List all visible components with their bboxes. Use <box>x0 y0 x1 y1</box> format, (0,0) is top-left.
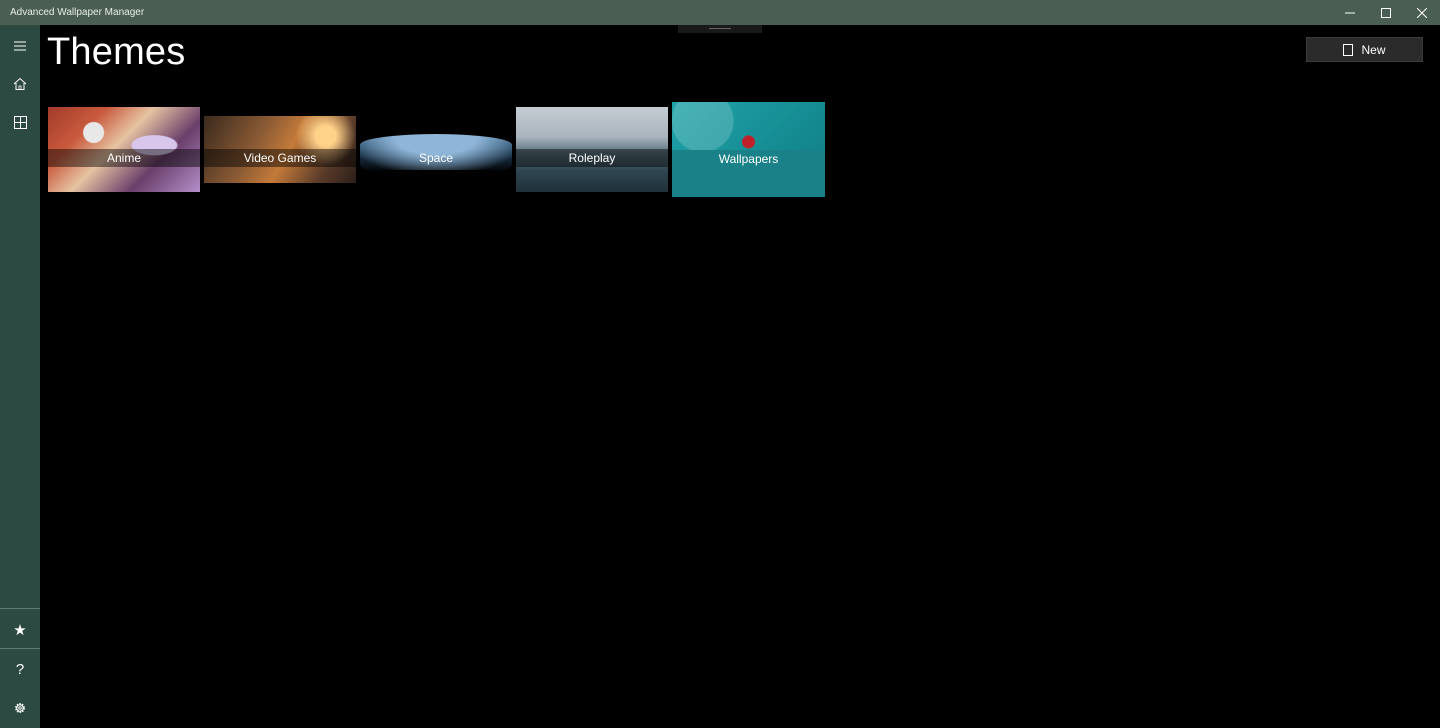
window-controls <box>1332 0 1440 25</box>
theme-tile-wallpapers[interactable]: Wallpapers <box>672 102 825 197</box>
theme-tile-label: Video Games <box>204 149 356 167</box>
theme-tile-space[interactable]: Space <box>360 134 512 170</box>
grid-icon <box>13 115 27 129</box>
help-icon: ? <box>15 660 25 678</box>
gear-icon <box>15 703 25 713</box>
title-bar: Advanced Wallpaper Manager <box>0 0 1440 25</box>
theme-tile-anime[interactable]: Anime <box>48 107 200 192</box>
minimize-icon <box>1345 12 1355 13</box>
page-title: Themes <box>47 31 186 73</box>
main-content: Themes New Anime Video Games Space Rolep… <box>40 25 1440 728</box>
theme-tile-video-games[interactable]: Video Games <box>204 116 356 183</box>
maximize-icon <box>1381 7 1391 18</box>
sidebar-item-themes[interactable] <box>0 103 40 141</box>
sidebar-divider <box>0 648 40 649</box>
theme-tile-roleplay[interactable]: Roleplay <box>516 107 668 192</box>
hamburger-menu-icon <box>14 41 26 51</box>
theme-tile-label: Anime <box>48 149 200 167</box>
minimize-button[interactable] <box>1332 0 1368 25</box>
new-page-icon <box>1343 43 1354 56</box>
maximize-button[interactable] <box>1368 0 1404 25</box>
sidebar: ★ ? <box>0 25 40 728</box>
sidebar-divider <box>0 608 40 609</box>
app-title: Advanced Wallpaper Manager <box>10 7 145 18</box>
sidebar-item-home[interactable] <box>0 65 40 103</box>
drag-handle[interactable] <box>678 25 762 33</box>
hamburger-menu-button[interactable] <box>0 27 40 65</box>
theme-tile-label: Wallpapers <box>718 152 779 166</box>
sidebar-item-favorites[interactable]: ★ <box>0 611 40 649</box>
theme-tile-label: Roleplay <box>516 149 668 167</box>
new-theme-button[interactable]: New <box>1306 37 1423 62</box>
theme-tile-label: Space <box>418 151 454 165</box>
new-button-label: New <box>1361 42 1386 57</box>
close-icon <box>1417 7 1427 18</box>
sidebar-item-settings[interactable] <box>0 689 40 727</box>
home-icon <box>13 77 27 90</box>
sidebar-item-help[interactable]: ? <box>0 650 40 688</box>
star-icon: ★ <box>13 622 27 639</box>
close-button[interactable] <box>1404 0 1440 25</box>
